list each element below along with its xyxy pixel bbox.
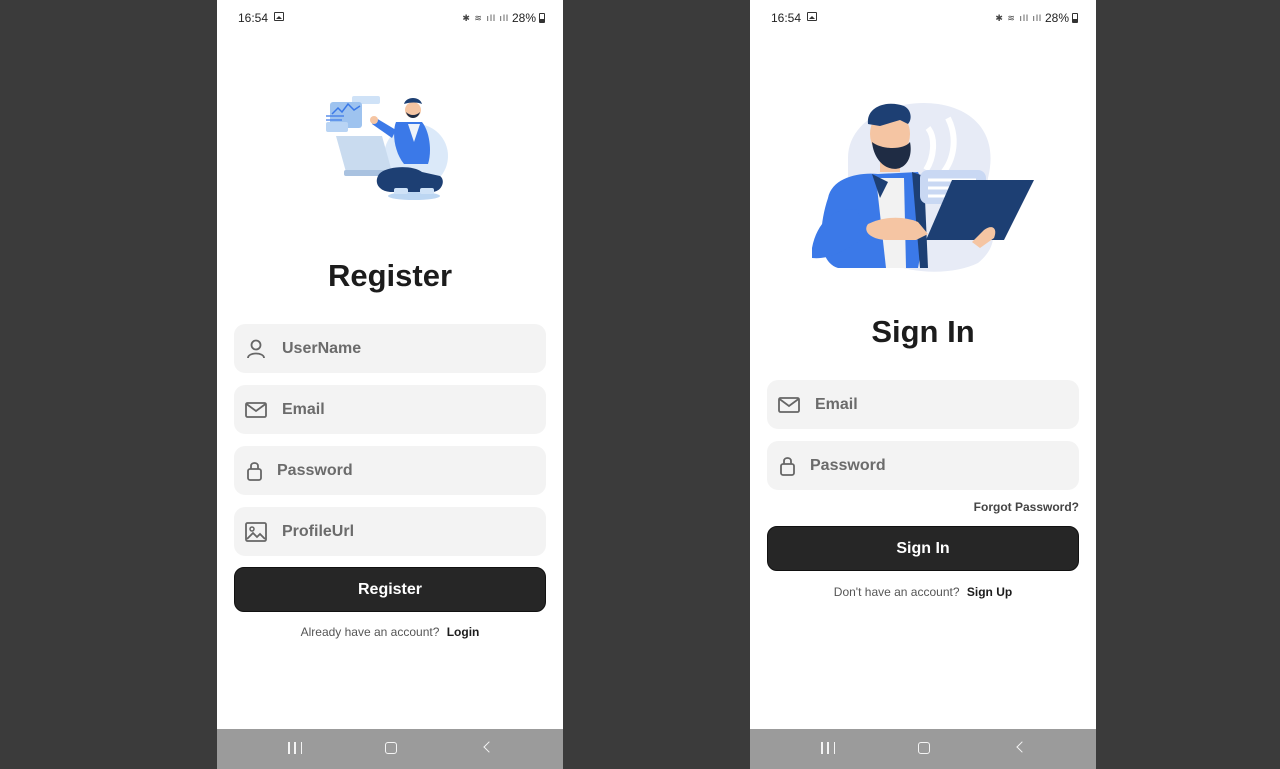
- email-input[interactable]: [282, 385, 532, 434]
- lock-icon: [247, 462, 262, 481]
- register-button[interactable]: Register: [234, 567, 546, 612]
- status-indicators: ✱ ≋ ıll ıll 28%: [462, 11, 545, 25]
- status-bar: 16:54 ✱ ≋ ıll ıll 28%: [750, 0, 1096, 36]
- lock-icon: [780, 457, 795, 476]
- battery-percent: 28%: [1044, 11, 1069, 25]
- status-time: 16:54: [238, 11, 269, 25]
- signin-illustration: [812, 102, 1034, 272]
- recents-icon[interactable]: [288, 742, 302, 754]
- login-prompt-text: Already have an account?: [300, 625, 440, 639]
- mail-icon: [778, 397, 800, 413]
- email-input[interactable]: [815, 380, 1065, 429]
- gallery-notification-icon: [807, 12, 817, 21]
- battery-icon: [539, 13, 545, 23]
- page-title: Sign In: [871, 314, 975, 349]
- signal-icons: ✱ ≋ ıll ıll: [995, 12, 1042, 23]
- signup-prompt: Don't have an account? Sign Up: [750, 585, 1096, 599]
- image-icon: [245, 522, 267, 542]
- signal-icons: ✱ ≋ ıll ıll: [462, 12, 509, 23]
- signup-link[interactable]: Sign Up: [967, 585, 1012, 599]
- status-time: 16:54: [771, 11, 802, 25]
- back-icon[interactable]: [1016, 741, 1028, 753]
- password-input[interactable]: [810, 441, 1060, 490]
- home-icon[interactable]: [385, 742, 397, 754]
- gallery-notification-icon: [274, 12, 284, 21]
- profile-url-input[interactable]: [282, 507, 532, 556]
- battery-percent: 28%: [511, 11, 536, 25]
- mail-icon: [245, 402, 267, 418]
- forgot-password-link[interactable]: Forgot Password?: [974, 500, 1079, 514]
- password-field[interactable]: [767, 441, 1079, 490]
- login-link[interactable]: Login: [447, 625, 480, 639]
- home-icon[interactable]: [918, 742, 930, 754]
- battery-icon: [1072, 13, 1078, 23]
- status-bar: 16:54 ✱ ≋ ıll ıll 28%: [217, 0, 563, 36]
- signup-prompt-text: Don't have an account?: [833, 585, 960, 599]
- email-field[interactable]: [234, 385, 546, 434]
- password-field[interactable]: [234, 446, 546, 495]
- recents-icon[interactable]: [821, 742, 835, 754]
- password-input[interactable]: [277, 446, 527, 495]
- back-icon[interactable]: [483, 741, 495, 753]
- signin-screen: 16:54 ✱ ≋ ıll ıll 28% Sign In Email Forg…: [750, 0, 1096, 769]
- signin-button[interactable]: Sign In: [767, 526, 1079, 571]
- page-title: Register: [327, 258, 453, 293]
- user-icon: [247, 339, 265, 359]
- register-screen: 16:54 ✱ ≋ ıll ıll 28% Register UserName …: [217, 0, 563, 769]
- username-input[interactable]: [282, 324, 532, 373]
- status-indicators: ✱ ≋ ıll ıll 28%: [995, 11, 1078, 25]
- username-field[interactable]: [234, 324, 546, 373]
- email-field[interactable]: [767, 380, 1079, 429]
- register-illustration: [326, 96, 448, 200]
- system-navbar: [217, 729, 563, 769]
- login-prompt: Already have an account? Login: [217, 625, 563, 639]
- profile-url-field[interactable]: [234, 507, 546, 556]
- system-navbar: [750, 729, 1096, 769]
